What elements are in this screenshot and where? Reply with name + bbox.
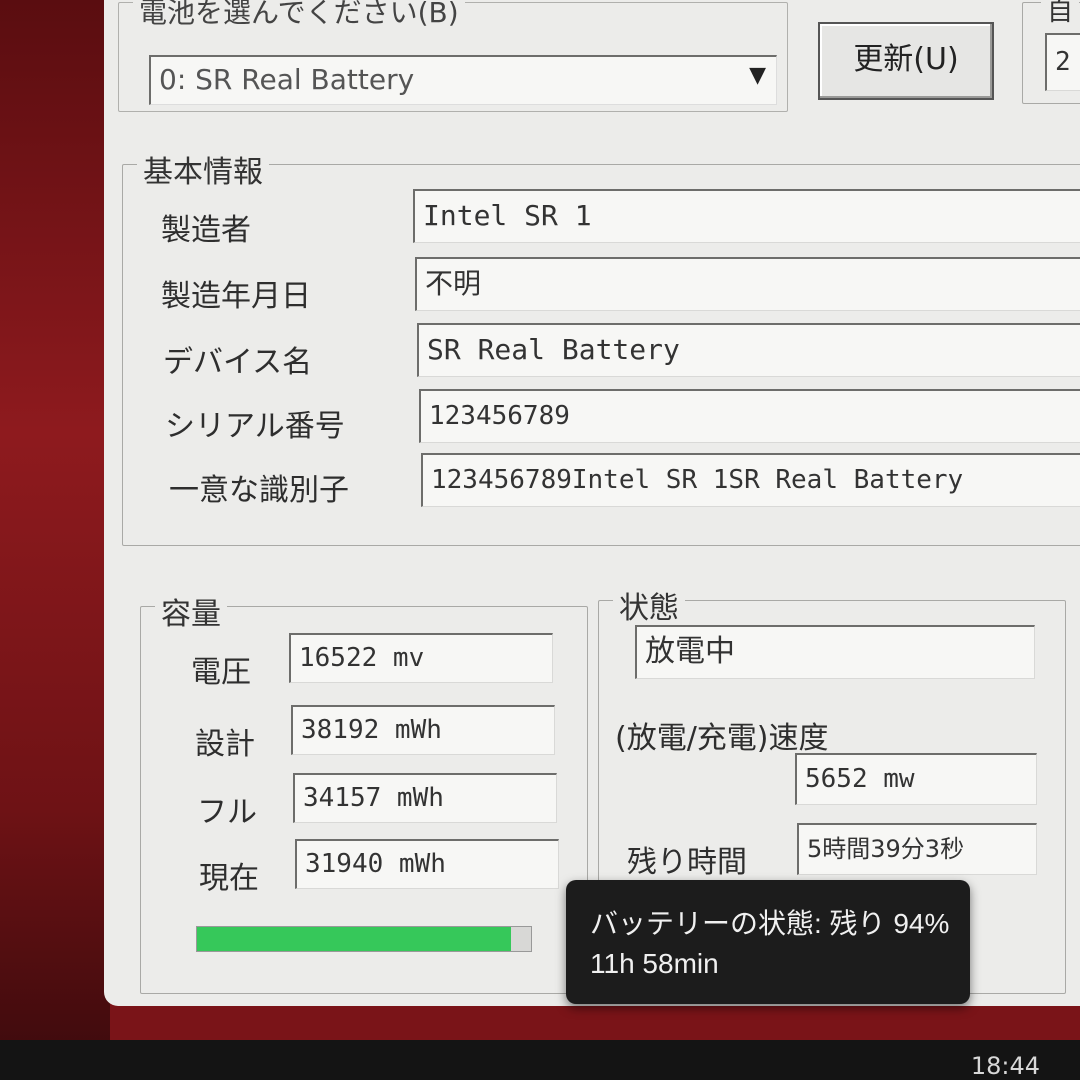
device-name-label: デバイス名 (163, 345, 313, 380)
remaining-time-label: 残り時間 (627, 845, 747, 880)
battery-select-group: 電池を選んでください(B) 0: SR Real Battery ▼ (118, 0, 788, 112)
status-title: 状態 (613, 583, 685, 627)
rate-field: 5652 mw (795, 753, 1037, 805)
right-partial-field[interactable]: 2 (1045, 33, 1080, 91)
charge-progress-fill (197, 927, 511, 951)
basic-info-title: 基本情報 (137, 147, 269, 191)
design-capacity-label: 設計 (195, 727, 255, 762)
tooltip-status-text: バッテリーの状態: 残り 94% (590, 908, 950, 939)
rate-label: (放電/充電)速度 (615, 721, 829, 756)
manufacture-date-field: 不明 (415, 257, 1080, 311)
battery-tooltip: バッテリーの状態: 残り 94% 11h 58min (566, 880, 970, 1004)
taskbar (0, 1040, 1080, 1080)
tooltip-time-text: 11h 58min (590, 948, 719, 979)
full-capacity-label: フル (197, 795, 257, 830)
remaining-time-field: 5時間39分3秒 (797, 823, 1037, 875)
manufacturer-label: 製造者 (161, 213, 251, 248)
manufacturer-field: Intel SR 1 (413, 189, 1080, 243)
current-capacity-field: 31940 mWh (295, 839, 559, 889)
battery-select-label: 電池を選んでください(B) (133, 0, 465, 31)
taskbar-clock[interactable]: 18:44 (971, 1052, 1040, 1080)
battery-dropdown[interactable]: 0: SR Real Battery ▼ (149, 55, 777, 105)
serial-number-field: 123456789 (419, 389, 1080, 443)
manufacture-date-label: 製造年月日 (161, 279, 311, 314)
current-capacity-label: 現在 (199, 861, 259, 896)
unique-id-field: 123456789Intel SR 1SR Real Battery (421, 453, 1080, 507)
right-partial-group: 自 2 (1022, 0, 1080, 104)
design-capacity-field: 38192 mWh (291, 705, 555, 755)
battery-info-window: 電池を選んでください(B) 0: SR Real Battery ▼ 更新(U)… (104, 0, 1080, 1006)
chevron-down-icon[interactable]: ▼ (749, 63, 766, 88)
device-name-field: SR Real Battery (417, 323, 1080, 377)
status-state-field: 放電中 (635, 625, 1035, 679)
voltage-field: 16522 mv (289, 633, 553, 683)
update-button[interactable]: 更新(U) (818, 22, 994, 100)
capacity-title: 容量 (155, 589, 227, 633)
full-capacity-field: 34157 mWh (293, 773, 557, 823)
right-partial-label: 自 (1041, 0, 1080, 28)
desktop-background (0, 0, 110, 1080)
voltage-label: 電圧 (191, 655, 251, 690)
unique-id-label: 一意な識別子 (169, 473, 349, 508)
basic-info-group: 基本情報 製造者 Intel SR 1 製造年月日 不明 デバイス名 SR Re… (122, 147, 1080, 546)
battery-dropdown-value: 0: SR Real Battery (159, 63, 415, 96)
charge-progress-bar (196, 926, 532, 952)
serial-number-label: シリアル番号 (165, 409, 345, 444)
